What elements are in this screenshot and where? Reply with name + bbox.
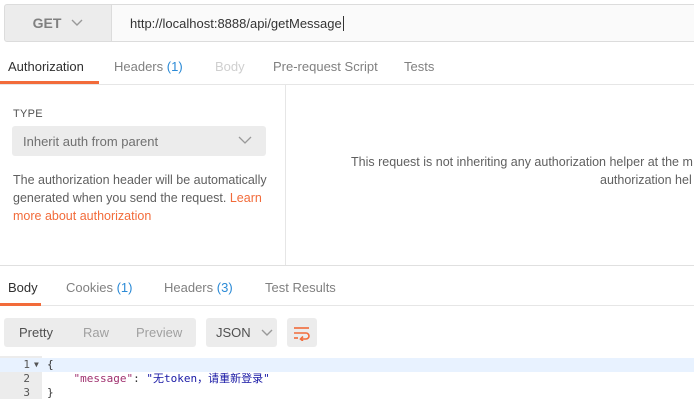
chevron-down-icon	[238, 136, 252, 144]
format-value: JSON	[216, 325, 251, 340]
tab-label: Body	[215, 59, 245, 74]
tab-count: (3)	[216, 280, 233, 295]
json-string-value: "无token，请重新登录"	[146, 372, 270, 385]
fold-arrow-icon[interactable]: ▼	[34, 358, 39, 372]
tab-response-body[interactable]: Body	[8, 266, 38, 306]
tab-response-headers[interactable]: Headers (3)	[164, 266, 233, 306]
chevron-down-icon	[261, 329, 273, 336]
auth-inherit-message: This request is not inheriting any autho…	[351, 153, 694, 189]
code-text: "message": "无token，请重新登录"	[47, 372, 270, 386]
auth-message-line: authorization hel	[600, 173, 692, 187]
auth-type-label: TYPE	[13, 108, 43, 120]
view-mode-toggle: Pretty Raw Preview	[4, 318, 196, 347]
tab-authorization[interactable]: Authorization	[8, 44, 84, 84]
raw-button[interactable]: Raw	[83, 318, 109, 347]
method-select[interactable]: GET	[4, 4, 112, 42]
request-tabs: Authorization Headers (1) Body Pre-reque…	[0, 44, 694, 85]
tab-label: Test Results	[265, 280, 336, 295]
code-line: 2 "message": "无token，请重新登录"	[0, 372, 694, 386]
url-text: http://localhost:8888/api/getMessage	[130, 15, 342, 31]
chevron-down-icon	[71, 19, 83, 26]
url-input[interactable]: http://localhost:8888/api/getMessage	[112, 4, 694, 42]
json-colon: :	[133, 372, 147, 385]
active-tab-indicator	[0, 303, 41, 306]
response-code-viewer[interactable]: 1 ▼ { 2 "message": "无token，请重新登录" 3 }	[0, 356, 694, 399]
format-select[interactable]: JSON	[206, 318, 277, 347]
auth-message-line: This request is not inheriting any autho…	[351, 155, 693, 169]
tab-label: Tests	[404, 59, 435, 74]
tab-label: Authorization	[8, 59, 84, 74]
code-line: 1 ▼ {	[0, 358, 694, 372]
tab-label: Headers	[164, 280, 214, 295]
tab-test-results[interactable]: Test Results	[265, 266, 336, 306]
auth-description: The authorization header will be automat…	[13, 171, 275, 225]
wrap-lines-icon	[294, 326, 310, 341]
method-label: GET	[32, 15, 62, 31]
tab-count: (1)	[166, 59, 183, 74]
tab-label: Pre-request Script	[273, 59, 378, 74]
tab-tests[interactable]: Tests	[404, 44, 434, 84]
code-text: {	[47, 358, 54, 371]
tab-pre-request-script[interactable]: Pre-request Script	[273, 44, 378, 84]
json-key: "message"	[73, 372, 134, 385]
code-text: }	[47, 386, 54, 399]
tab-label: Body	[8, 280, 38, 295]
preview-button[interactable]: Preview	[136, 318, 182, 347]
auth-note-text: The authorization header will be automat…	[13, 173, 267, 205]
active-tab-indicator	[0, 81, 99, 84]
pretty-button[interactable]: Pretty	[19, 318, 53, 347]
line-number: 2	[23, 372, 30, 385]
tab-body[interactable]: Body	[215, 44, 245, 84]
wrap-lines-button[interactable]	[287, 318, 317, 347]
line-number: 3	[23, 386, 30, 399]
line-number: 1	[23, 358, 30, 371]
tab-label: Cookies	[66, 280, 113, 295]
tab-label: Headers	[114, 59, 164, 74]
tab-headers[interactable]: Headers (1)	[114, 44, 183, 84]
text-caret	[342, 15, 344, 31]
auth-type-value: Inherit auth from parent	[23, 133, 159, 149]
auth-type-select[interactable]: Inherit auth from parent	[12, 126, 266, 156]
code-line: 3 }	[0, 386, 694, 400]
tab-count: (1)	[116, 280, 133, 295]
response-tabs: Body Cookies (1) Headers (3) Test Result…	[0, 266, 694, 306]
tab-cookies[interactable]: Cookies (1)	[66, 266, 132, 306]
